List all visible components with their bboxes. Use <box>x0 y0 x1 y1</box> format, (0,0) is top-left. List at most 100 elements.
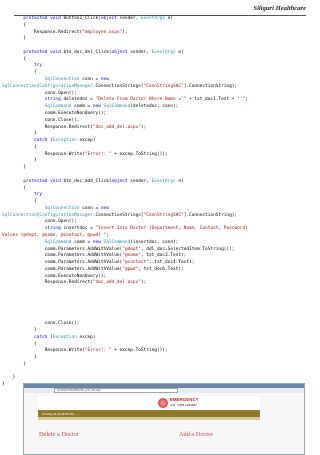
code-line: conn.Close(); <box>2 321 318 328</box>
code-listing: protected void Button1_Click(object send… <box>2 16 318 389</box>
code-line: protected void Button1_Click(object send… <box>2 16 318 23</box>
code-token: conn.Close(); <box>2 321 80 327</box>
code-token: } <box>2 165 27 171</box>
code-token: "@name" <box>122 253 141 259</box>
code-token: void <box>50 178 61 184</box>
code-token: { <box>2 185 27 191</box>
code-line: { <box>2 145 318 152</box>
embedded-browser-screenshot: localhost:1062/SHC/doc_add_del.aspx EMER… <box>23 383 305 455</box>
code-line: Response.Redirect("doc_add_del.aspx"); <box>2 280 318 287</box>
code-line: SqlCommand comm = new SqlCommand(deleted… <box>2 104 318 111</box>
code-token: string <box>44 97 61 103</box>
code-token: "'" <box>237 97 246 103</box>
code-token: catch <box>34 138 48 144</box>
code-token: Exception <box>52 334 77 340</box>
code-token: { <box>2 341 37 347</box>
code-token: SqlConnection <box>2 83 37 89</box>
code-line: try <box>2 192 318 199</box>
code-line: } <box>2 328 318 335</box>
code-token: Values (@dept, @name, @contact, @pwd) " <box>2 233 107 238</box>
code-token: ); <box>122 29 128 35</box>
code-token: + excep.ToString()); <box>111 348 168 354</box>
code-token: "doc_add_del.aspx" <box>92 280 141 286</box>
code-token: conn = <box>79 205 101 211</box>
emergency-call-number: Call : 0355 1234667 <box>170 403 197 407</box>
document-header-title: Siliguri Healthcare <box>253 5 306 12</box>
code-token: object <box>111 178 128 184</box>
code-token: } <box>2 36 27 42</box>
code-line: ​ <box>2 172 318 179</box>
code-line: comm.Parameters.AddWithValue("@contact",… <box>2 260 318 267</box>
code-token: object <box>100 16 117 21</box>
code-token: comm.Parameters.AddWithValue( <box>2 253 123 259</box>
browser-page: EMERGENCY Call : 0355 1234667 19-May-15 … <box>24 393 304 454</box>
code-token: void <box>50 16 61 21</box>
code-token: btn_doc_del_Click( <box>60 49 112 55</box>
code-line: Response.Write("Error!: " + excep.ToStri… <box>2 152 318 159</box>
code-token: } <box>2 158 37 164</box>
code-token: e) <box>164 16 173 21</box>
code-token: new <box>92 104 101 110</box>
code-token: e) <box>175 178 184 184</box>
code-token: ConfigurationManager <box>39 83 93 89</box>
code-line: catch (Exception excep) <box>2 138 318 145</box>
code-line: } <box>2 36 318 43</box>
code-line: } <box>2 362 318 369</box>
code-token: EventArgs <box>140 16 165 21</box>
code-token: new <box>92 239 101 245</box>
add-doctor-link: Add a Doctor <box>179 431 214 438</box>
code-token: SqlCommand <box>103 104 131 110</box>
code-line: ​ <box>2 294 318 301</box>
code-token: .ConnectionStrings[ <box>92 212 144 218</box>
code-token: try <box>34 63 43 69</box>
code-token: } <box>2 131 37 137</box>
code-token: ].ConnectionString); <box>183 83 238 89</box>
code-token: sender, <box>127 49 152 55</box>
code-line: Response.Write("Error!: " + excep.ToStri… <box>2 348 318 355</box>
code-token: "ConnStringSHC" <box>143 212 184 218</box>
code-token: SqlConnection <box>44 205 80 211</box>
code-line: Values (@dept, @name, @contact, @pwd) "; <box>2 233 318 240</box>
emergency-label: EMERGENCY <box>170 397 199 402</box>
code-token: comm.Parameters.AddWithValue( <box>2 260 123 266</box>
code-token: Response.Redirect( <box>2 124 93 130</box>
code-token: sender, <box>127 178 152 184</box>
code-token: excep) <box>76 138 96 144</box>
code-token: "@pwd" <box>122 266 139 272</box>
code-token: SqlConnection <box>2 212 37 218</box>
code-token: Exception <box>52 138 77 144</box>
code-line: } <box>2 158 318 165</box>
code-token: Button1_Click( <box>60 16 101 21</box>
code-token: string <box>44 226 61 232</box>
code-token: ); <box>140 280 147 286</box>
code-token: conn.Close(); <box>2 117 80 123</box>
code-token: + excep.ToString()); <box>111 151 168 157</box>
code-line: Response.Redirect("doc_add_del.aspx"); <box>2 125 318 132</box>
code-token: "Error!: " <box>84 348 112 354</box>
code-token: SqlCommand <box>44 104 72 110</box>
code-token: } <box>2 382 5 388</box>
code-token: (deletedoc, conn); <box>130 104 179 110</box>
code-line: { <box>2 57 318 64</box>
code-token: + txt_doc1.Text + <box>186 97 238 103</box>
code-token: "Insert Into Doctor (Department, Name, C… <box>95 226 248 232</box>
code-line: try <box>2 63 318 70</box>
code-token: } <box>2 355 37 361</box>
code-token: ConfigurationManager <box>39 212 93 218</box>
code-token: "employee.aspx" <box>82 29 123 35</box>
menu-strip <box>38 417 260 420</box>
code-line: SqlConnection conn = new <box>2 206 318 213</box>
emergency-logo-icon <box>158 398 168 408</box>
code-token: EventArgs <box>151 178 176 184</box>
code-line: } <box>2 375 318 382</box>
code-token: "Error!: " <box>84 151 112 157</box>
